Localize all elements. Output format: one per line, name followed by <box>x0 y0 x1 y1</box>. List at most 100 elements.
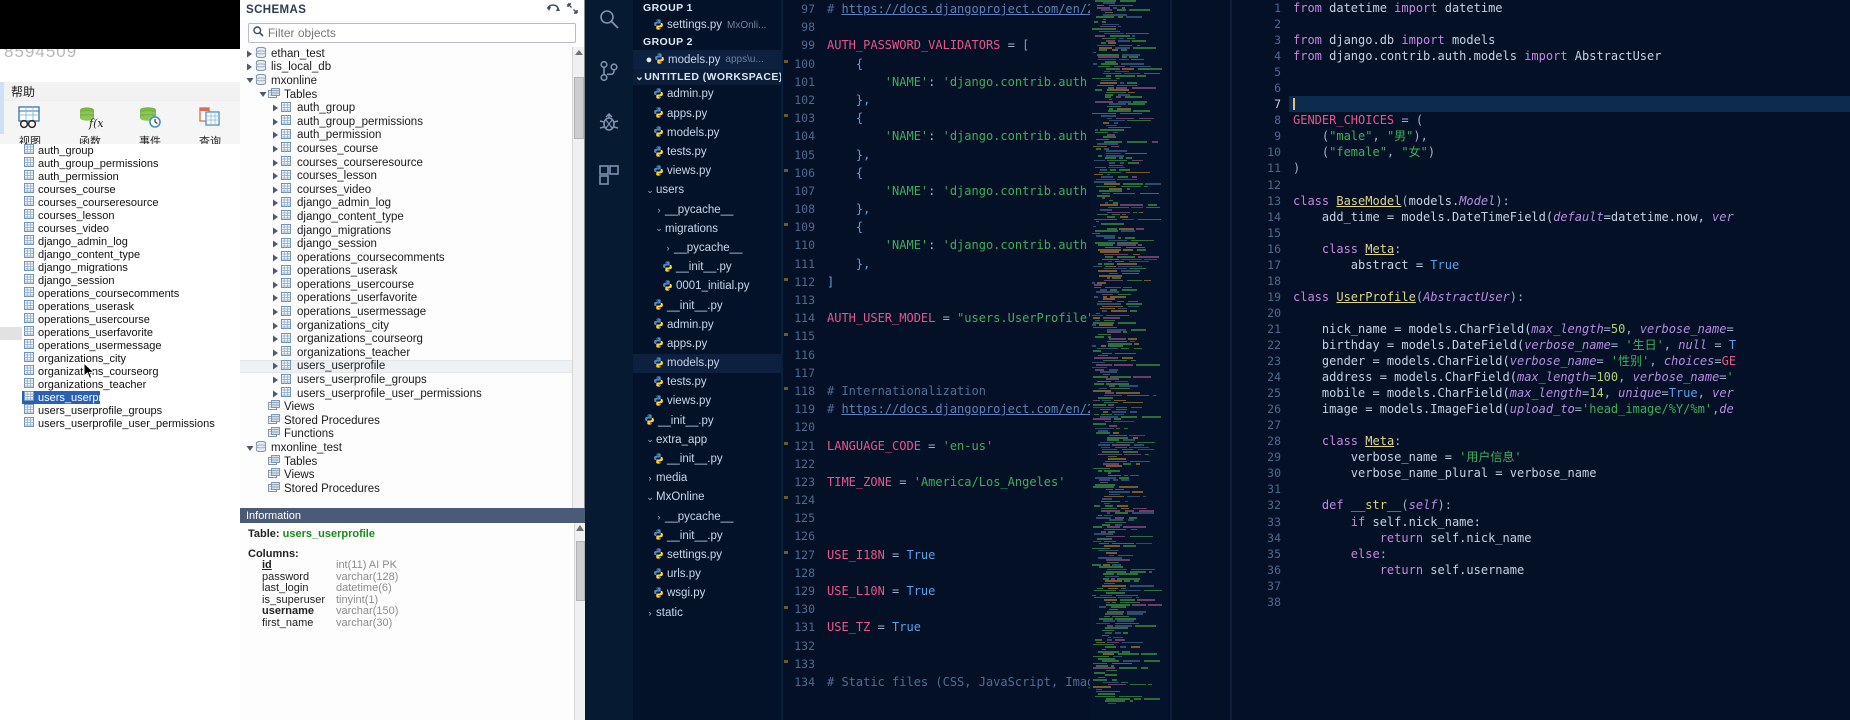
collapse-all-icon[interactable] <box>567 3 578 17</box>
code-line[interactable]: 'NAME': 'django.contrib.auth.passwor <box>823 236 1090 254</box>
explorer-file-row[interactable]: admin.py <box>633 315 783 334</box>
explorer-file-row[interactable]: tests.py <box>633 373 783 392</box>
navicat-table-row[interactable]: operations_usercourse <box>22 313 240 326</box>
explorer-file-row[interactable]: settings.py MxOnli... <box>633 16 783 35</box>
code-line[interactable]: }, <box>823 255 1090 273</box>
ribbon-button-event[interactable]: 事件 <box>128 104 172 149</box>
schema-tree-row[interactable]: Tables <box>240 87 584 102</box>
code-line[interactable] <box>1289 578 1850 594</box>
schema-tree-row[interactable]: auth_permission <box>240 128 584 143</box>
code-line[interactable]: AUTH_USER_MODEL = "users.UserProfile" <box>823 309 1090 327</box>
schema-tree-row[interactable]: django_migrations <box>240 224 584 238</box>
twisty-right-icon[interactable] <box>270 104 281 112</box>
code-line[interactable]: add_time = models.DateTimeField(default=… <box>1289 209 1850 225</box>
filter-objects-input[interactable] <box>267 26 575 40</box>
filter-objects-field[interactable] <box>248 23 576 43</box>
code-line[interactable] <box>823 509 1090 527</box>
schema-tree-row[interactable]: mxonline_test <box>240 440 584 455</box>
navicat-table-row[interactable]: django_session <box>22 274 240 287</box>
explorer-file-row[interactable]: __init__.py <box>633 296 783 315</box>
code-line[interactable]: { <box>823 55 1090 73</box>
code-line[interactable] <box>1289 225 1850 241</box>
chevron-down-icon[interactable]: ⌄ <box>644 434 656 445</box>
explorer-folder-row[interactable]: ⌄ MxOnline <box>633 488 783 507</box>
schemas-scroll-thumb[interactable] <box>574 77 584 139</box>
chevron-down-icon[interactable]: ⌄ <box>644 185 656 196</box>
code-line[interactable]: # Static files (CSS, JavaScript, Images) <box>823 673 1090 691</box>
twisty-down-icon[interactable] <box>257 91 268 98</box>
explorer-folder-row[interactable]: › __pycache__ <box>633 200 783 219</box>
schema-tree-row[interactable]: django_content_type <box>240 210 584 224</box>
code-line[interactable]: 'NAME': 'django.contrib.auth.passwor <box>823 73 1090 91</box>
code-line[interactable]: { <box>823 164 1090 182</box>
twisty-down-icon[interactable] <box>244 77 255 84</box>
ribbon-button-query[interactable]: 查询 <box>188 104 232 149</box>
explorer-file-row[interactable]: models.py <box>633 123 783 142</box>
code-line[interactable]: if self.nick_name: <box>1289 514 1850 530</box>
twisty-right-icon[interactable] <box>270 186 281 194</box>
chevron-right-icon[interactable]: › <box>653 205 665 215</box>
code-line[interactable]: def __str__(self): <box>1289 497 1850 513</box>
twisty-right-icon[interactable] <box>270 118 281 126</box>
twisty-right-icon[interactable] <box>270 131 281 139</box>
code-line[interactable]: verbose_name_plural = verbose_name <box>1289 465 1850 481</box>
code-line[interactable] <box>823 655 1090 673</box>
explorer-file-row[interactable]: views.py <box>633 162 783 181</box>
chevron-down-icon[interactable]: ⌄ <box>635 71 644 83</box>
chevron-right-icon[interactable]: › <box>653 512 665 522</box>
twisty-down-icon[interactable] <box>244 445 255 452</box>
code-line[interactable] <box>823 527 1090 545</box>
menu-item-help[interactable]: 帮助 <box>6 83 40 100</box>
schema-tree-row[interactable]: Functions <box>240 427 584 442</box>
twisty-right-icon[interactable] <box>270 199 281 207</box>
code-line[interactable]: USE_L10N = True <box>823 582 1090 600</box>
schema-tree-row[interactable]: courses_course <box>240 142 584 156</box>
code-line[interactable]: class BaseModel(models.Model): <box>1289 193 1850 209</box>
code-line[interactable] <box>1289 305 1850 321</box>
explorer-folder-row[interactable]: › __pycache__ <box>633 238 783 257</box>
twisty-right-icon[interactable] <box>270 322 281 330</box>
twisty-right-icon[interactable] <box>244 63 255 71</box>
navicat-table-row[interactable]: auth_group <box>22 144 240 157</box>
chevron-down-icon[interactable]: ⌄ <box>644 492 656 503</box>
navicat-table-row[interactable]: organizations_courseorg <box>22 365 240 378</box>
source-control-icon[interactable] <box>594 56 624 86</box>
code-line[interactable]: USE_I18N = True <box>823 546 1090 564</box>
navicat-table-row[interactable]: django_content_type <box>22 248 240 261</box>
schema-tree-row[interactable]: organizations_courseorg <box>240 332 584 346</box>
twisty-right-icon[interactable] <box>270 172 281 180</box>
schema-tree-row[interactable]: django_session <box>240 237 584 251</box>
code-line[interactable]: ("female", "女") <box>1289 144 1850 160</box>
ribbon-button-function[interactable]: f(x) 函数 <box>68 104 112 149</box>
code-line[interactable]: return self.nick_name <box>1289 530 1850 546</box>
schema-tree-row[interactable]: courses_lesson <box>240 169 584 183</box>
twisty-right-icon[interactable] <box>270 267 281 275</box>
code-line[interactable] <box>1289 80 1850 96</box>
code-line[interactable]: }, <box>823 146 1090 164</box>
code-line[interactable] <box>823 18 1090 36</box>
explorer-folder-row[interactable]: ⌄ extra_app <box>633 430 783 449</box>
twisty-right-icon[interactable] <box>270 281 281 289</box>
navicat-table-row[interactable]: courses_courseresource <box>22 196 240 209</box>
code-line[interactable]: # https://docs.djangoproject.com/en/2.2/… <box>823 0 1090 18</box>
code-line[interactable]: address = models.CharField(max_length = 10… <box>1289 369 1850 385</box>
navicat-table-row[interactable]: courses_video <box>22 222 240 235</box>
twisty-right-icon[interactable] <box>270 349 281 357</box>
code-line[interactable]: gender = models.CharField(verbose_name= … <box>1289 353 1850 369</box>
schema-tree-row[interactable]: auth_group <box>240 101 584 115</box>
explorer-file-row[interactable]: ● models.py apps\u... <box>633 50 783 70</box>
explorer-folder-row[interactable]: ⌄ migrations <box>633 219 783 238</box>
explorer-workspace-header[interactable]: ⌄ UNTITLED (WORKSPACE) <box>633 69 783 85</box>
schema-tree-row[interactable]: Stored Procedures <box>240 481 584 496</box>
navicat-table-list[interactable]: auth_group auth_group_permissions auth_per… <box>22 144 240 720</box>
twisty-right-icon[interactable] <box>270 240 281 248</box>
chevron-down-icon[interactable]: ⌄ <box>653 223 665 234</box>
explorer-file-row[interactable]: apps.py <box>633 334 783 353</box>
twisty-right-icon[interactable] <box>270 376 281 384</box>
code-line[interactable]: nick_name = models.CharField(max_length=… <box>1289 321 1850 337</box>
editor-settings-py[interactable]: 97 98 99 100 101 102 103 104 105 106 107 108 109 110 1… <box>783 0 1090 720</box>
code-line[interactable] <box>823 637 1090 655</box>
information-scrollbar[interactable] <box>574 523 585 720</box>
schema-tree-row[interactable]: operations_userask <box>240 264 584 279</box>
explorer-file-row[interactable]: __init__.py <box>633 526 783 545</box>
